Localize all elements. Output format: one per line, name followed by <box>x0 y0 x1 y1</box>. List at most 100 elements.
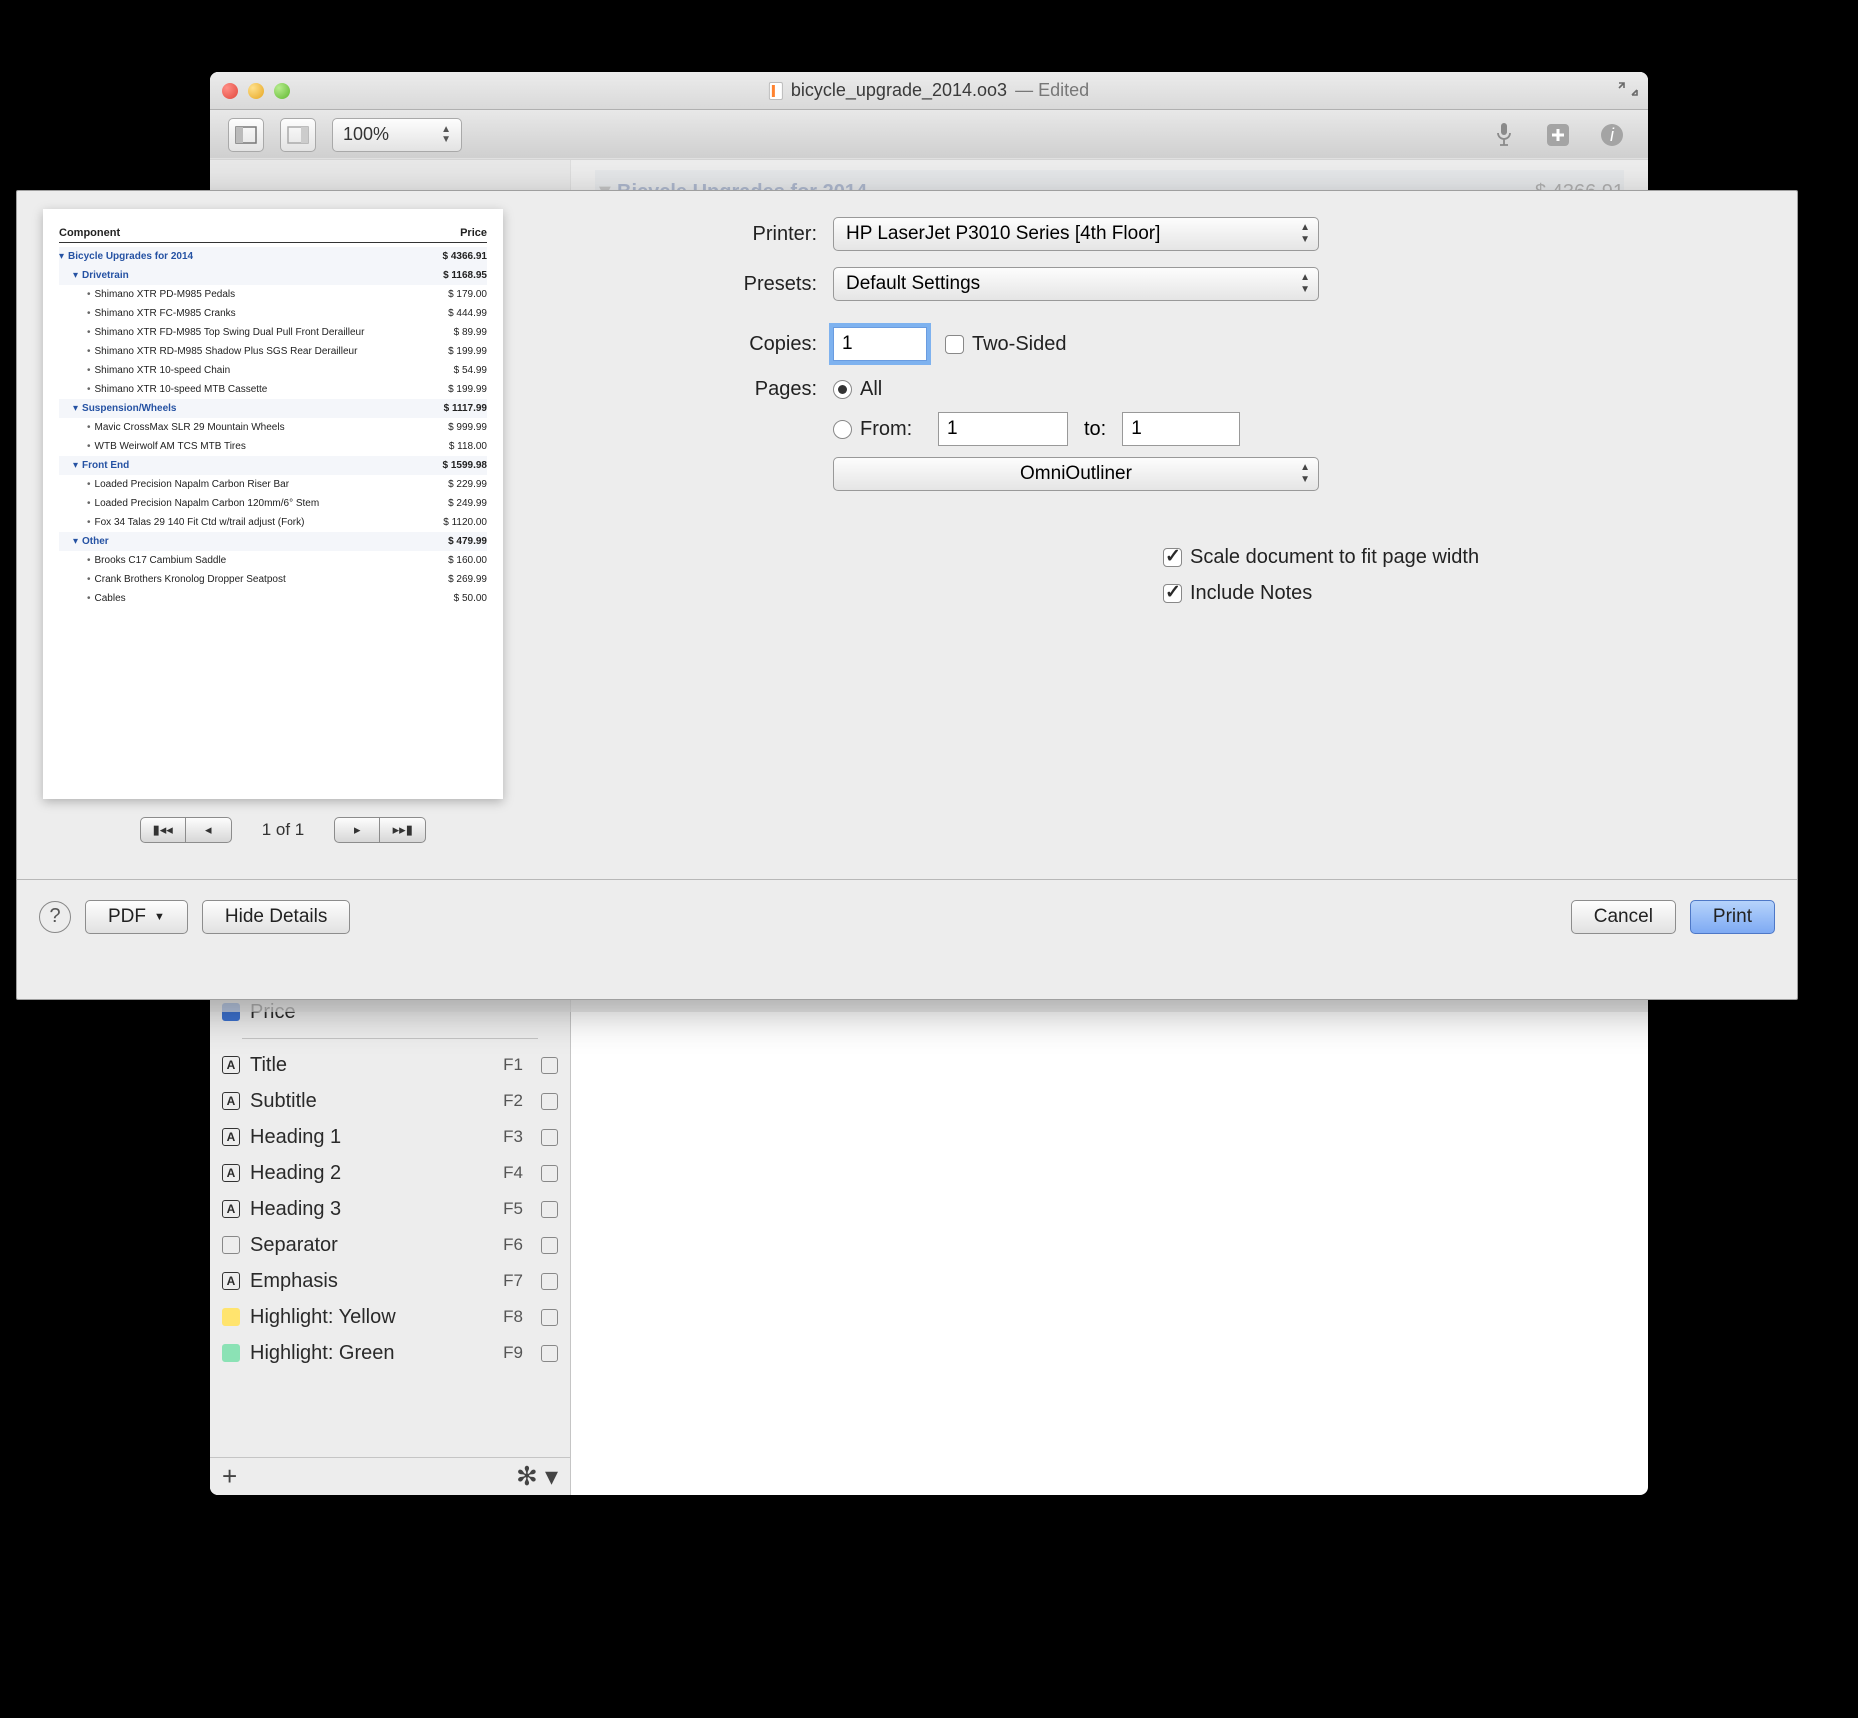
to-label: to: <box>1084 418 1106 441</box>
copies-input[interactable] <box>833 327 927 361</box>
scale-checkbox[interactable] <box>1163 548 1182 567</box>
style-item[interactable]: SeparatorF6 <box>222 1227 558 1263</box>
scale-label: Scale document to fit page width <box>1190 546 1479 569</box>
style-checkbox[interactable] <box>541 1093 558 1110</box>
pages-all-label: All <box>860 378 882 401</box>
style-name: Heading 3 <box>250 1198 341 1221</box>
style-icon: A <box>222 1200 240 1218</box>
traffic-lights <box>222 83 290 99</box>
style-item[interactable]: Highlight: Yellow F8 <box>222 1299 558 1335</box>
style-shortcut: F8 <box>503 1307 523 1327</box>
zoom-value: 100% <box>343 124 389 145</box>
preview-row: •Shimano XTR 10-speed MTB Cassette$ 199.… <box>59 380 487 399</box>
preview-row: •Mavic CrossMax SLR 29 Mountain Wheels$ … <box>59 418 487 437</box>
document-status: — Edited <box>1015 80 1089 101</box>
style-checkbox[interactable] <box>541 1237 558 1254</box>
first-page-button[interactable]: ▮◂◂ <box>140 817 186 843</box>
last-page-button[interactable]: ▸▸▮ <box>380 817 426 843</box>
style-item[interactable]: AHeading 2F4 <box>222 1155 558 1191</box>
style-item[interactable]: AEmphasisF7 <box>222 1263 558 1299</box>
two-sided-checkbox[interactable] <box>945 335 964 354</box>
style-shortcut: F1 <box>503 1055 523 1075</box>
print-dialog: ComponentPrice ▾Bicycle Upgrades for 201… <box>16 190 1798 1000</box>
microphone-icon[interactable] <box>1486 118 1522 152</box>
style-icon <box>222 1308 240 1326</box>
presets-label: Presets: <box>553 273 833 296</box>
preview-row: •Shimano XTR 10-speed Chain$ 54.99 <box>59 361 487 380</box>
printer-select[interactable]: HP LaserJet P3010 Series [4th Floor]▲▼ <box>833 217 1319 251</box>
page-indicator: 1 of 1 <box>262 820 305 840</box>
style-item[interactable]: A Title F1 <box>222 1047 558 1083</box>
style-checkbox[interactable] <box>541 1201 558 1218</box>
window-title: bicycle_upgrade_2014.oo3 — Edited <box>769 80 1089 101</box>
help-button[interactable]: ? <box>39 901 71 933</box>
inspector-toggle-button[interactable] <box>280 118 316 152</box>
style-checkbox[interactable] <box>541 1273 558 1290</box>
style-checkbox[interactable] <box>541 1057 558 1074</box>
print-app-select[interactable]: OmniOutliner▲▼ <box>833 457 1319 491</box>
cancel-button[interactable]: Cancel <box>1571 900 1676 934</box>
preview-col-header: Price <box>460 227 487 239</box>
style-shortcut: F5 <box>503 1199 523 1219</box>
style-shortcut: F6 <box>503 1235 523 1255</box>
preview-row: •Fox 34 Talas 29 140 Fit Ctd w/trail adj… <box>59 513 487 532</box>
style-checkbox[interactable] <box>541 1165 558 1182</box>
pdf-menu-button[interactable]: PDF▼ <box>85 900 188 934</box>
style-name: Title <box>250 1054 287 1077</box>
from-input[interactable] <box>938 412 1068 446</box>
style-name: Heading 1 <box>250 1126 341 1149</box>
preview-row: •Shimano XTR RD-M985 Shadow Plus SGS Rea… <box>59 342 487 361</box>
preview-row: ▾Drivetrain$ 1168.95 <box>59 266 487 285</box>
two-sided-label: Two-Sided <box>972 333 1067 356</box>
printer-label: Printer: <box>553 223 833 246</box>
style-shortcut: F4 <box>503 1163 523 1183</box>
style-checkbox[interactable] <box>541 1309 558 1326</box>
preview-row: ▾Other$ 479.99 <box>59 532 487 551</box>
preview-row: •Shimano XTR FD-M985 Top Swing Dual Pull… <box>59 323 487 342</box>
style-name: Highlight: Yellow <box>250 1306 396 1329</box>
preview-row: •Brooks C17 Cambium Saddle$ 160.00 <box>59 551 487 570</box>
to-input[interactable] <box>1122 412 1240 446</box>
style-checkbox[interactable] <box>541 1345 558 1362</box>
style-icon: A <box>222 1092 240 1110</box>
preview-pager: ▮◂◂ ◂ 1 of 1 ▸ ▸▸▮ <box>43 817 523 843</box>
style-name: Highlight: Green <box>250 1342 395 1365</box>
minimize-window-button[interactable] <box>248 83 264 99</box>
pages-range-radio[interactable] <box>833 420 852 439</box>
include-notes-checkbox[interactable] <box>1163 584 1182 603</box>
print-button[interactable]: Print <box>1690 900 1775 934</box>
preview-row: ▾Bicycle Upgrades for 2014$ 4366.91 <box>59 247 487 266</box>
pages-all-radio[interactable] <box>833 380 852 399</box>
info-icon[interactable]: i <box>1594 118 1630 152</box>
prev-page-button[interactable]: ◂ <box>186 817 232 843</box>
add-button[interactable]: + <box>222 1461 237 1492</box>
style-item[interactable]: Highlight: GreenF9 <box>222 1335 558 1371</box>
style-icon: A <box>222 1128 240 1146</box>
style-checkbox[interactable] <box>541 1129 558 1146</box>
presets-select[interactable]: Default Settings▲▼ <box>833 267 1319 301</box>
add-icon[interactable] <box>1540 118 1576 152</box>
preview-row: •Crank Brothers Kronolog Dropper Seatpos… <box>59 570 487 589</box>
zoom-window-button[interactable] <box>274 83 290 99</box>
style-name: Subtitle <box>250 1090 317 1113</box>
document-icon <box>769 82 783 100</box>
close-window-button[interactable] <box>222 83 238 99</box>
preview-row: ▾Suspension/Wheels$ 1117.99 <box>59 399 487 418</box>
preview-col-header: Component <box>59 227 460 239</box>
document-name: bicycle_upgrade_2014.oo3 <box>791 80 1007 101</box>
style-item[interactable]: AHeading 1F3 <box>222 1119 558 1155</box>
style-item[interactable]: A Heading 3 F5 <box>222 1191 558 1227</box>
gear-menu[interactable]: ✻ ▾ <box>516 1461 558 1491</box>
style-item[interactable]: ASubtitleF2 <box>222 1083 558 1119</box>
style-icon: A <box>222 1056 240 1074</box>
zoom-select[interactable]: 100% ▲▼ <box>332 118 462 152</box>
preview-row: •Cables$ 50.00 <box>59 589 487 608</box>
toolbar: 100% ▲▼ i <box>210 110 1648 160</box>
copies-label: Copies: <box>553 333 833 356</box>
from-label: From: <box>860 418 938 441</box>
preview-row: •Loaded Precision Napalm Carbon 120mm/6°… <box>59 494 487 513</box>
fullscreen-button[interactable] <box>1618 82 1638 96</box>
sidebar-toggle-button[interactable] <box>228 118 264 152</box>
next-page-button[interactable]: ▸ <box>334 817 380 843</box>
hide-details-button[interactable]: Hide Details <box>202 900 350 934</box>
